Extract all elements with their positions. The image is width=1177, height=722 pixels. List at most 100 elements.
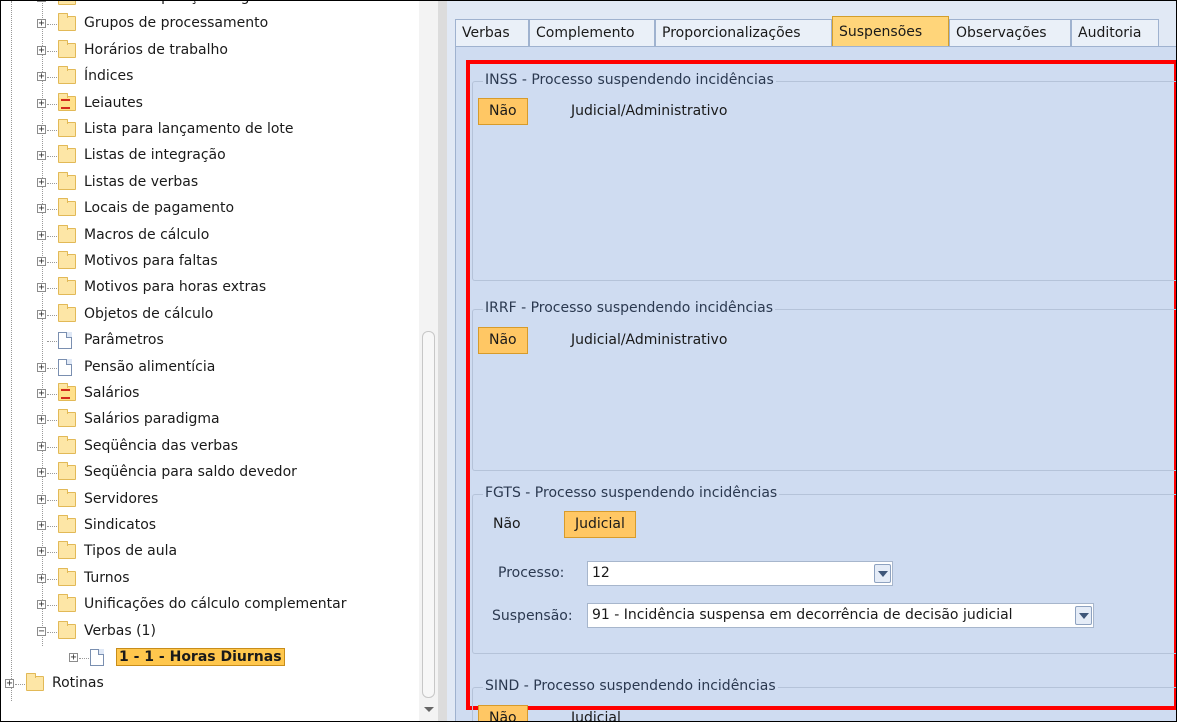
expand-icon[interactable]: + <box>37 19 46 29</box>
inss-option-judicial-administrativo[interactable]: Judicial/Administrativo <box>561 98 737 125</box>
tree-item[interactable]: + Sindicatos <box>1 515 419 539</box>
suspensao-combo[interactable]: 91 - Incidência suspensa em decorrência … <box>587 603 1094 628</box>
tree-item[interactable]: Parâmetros <box>1 330 419 354</box>
sind-option-nao[interactable]: Não <box>478 705 528 721</box>
tree-item-label: Macros de cálculo <box>84 226 210 243</box>
expand-icon[interactable]: + <box>37 494 46 504</box>
inss-option-nao[interactable]: Não <box>478 98 528 125</box>
expand-icon[interactable]: + <box>37 257 46 267</box>
tree-item[interactable]: + Turnos <box>1 567 419 592</box>
tree-item[interactable]: + Macros de cálculo <box>1 224 419 249</box>
expand-icon[interactable]: + <box>37 521 46 531</box>
fgts-option-nao[interactable]: Não <box>483 511 531 538</box>
pane-splitter[interactable] <box>438 1 447 721</box>
folder-icon <box>58 541 76 560</box>
scrollbar-thumb[interactable] <box>422 331 435 698</box>
tree-item[interactable]: + Horários de trabalho <box>1 39 419 64</box>
tree-item[interactable]: + Listas de integração <box>1 145 419 169</box>
expand-icon[interactable]: + <box>37 230 46 240</box>
tab-suspensoes[interactable]: Suspensões <box>832 16 949 46</box>
expand-icon[interactable]: + <box>37 441 46 451</box>
expand-icon[interactable]: + <box>37 151 46 161</box>
folder-icon <box>58 567 76 586</box>
tab-auditoria[interactable]: Auditoria <box>1071 19 1159 46</box>
tree-item-label: Parâmetros <box>84 332 164 349</box>
tab-complemento[interactable]: Complemento <box>529 19 655 46</box>
expand-icon[interactable]: + <box>5 679 14 689</box>
tab-proporcionalizacoes[interactable]: Proporcionalizações <box>655 19 832 46</box>
expand-icon[interactable]: + <box>37 204 46 214</box>
document-icon <box>90 649 104 666</box>
expand-icon[interactable]: + <box>37 573 46 583</box>
tree-item[interactable]: + Salários <box>1 383 419 407</box>
expand-icon[interactable]: + <box>37 389 46 399</box>
tree-item-label: Leiautes <box>84 94 143 111</box>
tree-item-label: Tipos de aula <box>84 543 178 560</box>
processo-label: Processo: <box>498 565 565 581</box>
expand-icon[interactable]: + <box>37 98 46 108</box>
fgts-option-judicial[interactable]: Judicial <box>564 511 636 538</box>
expand-icon[interactable]: + <box>37 309 46 319</box>
expand-icon[interactable]: + <box>37 283 46 293</box>
expand-icon[interactable]: + <box>37 45 46 55</box>
tree-item[interactable]: + Rotinas <box>1 673 419 697</box>
collapse-icon[interactable]: − <box>37 626 46 636</box>
tree-item-label: Servidores <box>84 490 159 507</box>
folder-icon <box>58 303 76 322</box>
tree-item[interactable]: − Verbas (1) <box>1 620 419 645</box>
layout-folder-icon <box>58 92 76 111</box>
tree-item[interactable]: + Motivos para faltas <box>1 251 419 275</box>
tree-item[interactable]: + Pensão alimentícia <box>1 357 419 381</box>
folder-icon <box>58 13 76 32</box>
folder-icon <box>58 435 76 454</box>
folder-icon <box>58 224 76 243</box>
scroll-down-arrow-icon[interactable] <box>424 707 434 712</box>
tree-item[interactable]: + Listas de verbas <box>1 171 419 196</box>
tree-item[interactable]: + Índices <box>1 66 419 90</box>
tree-item[interactable]: + Servidores <box>1 488 419 513</box>
sind-option-judicial[interactable]: Judicial <box>561 705 631 721</box>
suspensao-dropdown-arrow-icon[interactable] <box>1075 606 1092 625</box>
processo-combo[interactable]: 12 <box>587 561 893 586</box>
tree-item-label: Horários de trabalho <box>84 41 228 58</box>
tree-item[interactable]: + Seqüência das verbas <box>1 435 419 460</box>
expand-icon[interactable]: + <box>69 653 78 663</box>
expand-icon[interactable]: + <box>37 468 46 478</box>
tab-observacoes[interactable]: Observações <box>949 19 1071 46</box>
tree-item[interactable]: + Seqüência para saldo devedor <box>1 462 419 486</box>
tab-verbas[interactable]: Verbas <box>455 19 529 46</box>
expand-icon[interactable]: + <box>37 125 46 135</box>
tree-item[interactable]: + Unificações do cálculo complementar <box>1 594 419 618</box>
irrf-group-title: IRRF - Processo suspendendo incidências <box>483 300 776 316</box>
expand-icon[interactable]: + <box>37 415 46 425</box>
irrf-option-nao[interactable]: Não <box>478 327 528 354</box>
tree-item[interactable]: + Locais de pagamento <box>1 198 419 222</box>
tree-item[interactable]: + Salários paradigma <box>1 409 419 433</box>
processo-value: 12 <box>592 565 610 581</box>
fgts-group-title: FGTS - Processo suspendendo incidências <box>483 485 780 501</box>
folder-icon <box>58 594 76 613</box>
tree-item[interactable]: + Lista para lançamento de lote <box>1 119 419 143</box>
expand-icon[interactable]: + <box>37 1 46 3</box>
document-icon <box>58 358 72 376</box>
tree-item[interactable]: + Motivos para horas extras <box>1 277 419 301</box>
tree-item[interactable]: + Tipos de aula <box>1 541 419 565</box>
tree-item[interactable]: + Grau de exposição a agentes nocivos <box>1 1 419 11</box>
expand-icon[interactable]: + <box>37 547 46 557</box>
folder-icon <box>58 277 76 296</box>
expand-icon[interactable]: + <box>37 72 46 82</box>
folder-icon <box>58 462 76 481</box>
expand-icon[interactable]: + <box>37 600 46 610</box>
tree-item[interactable]: + Objetos de cálculo <box>1 303 419 328</box>
processo-dropdown-arrow-icon[interactable] <box>874 564 891 583</box>
expand-icon[interactable]: + <box>37 177 46 187</box>
irrf-option-judicial-administrativo[interactable]: Judicial/Administrativo <box>561 327 737 354</box>
tree-item-label: Grau de exposição a agentes nocivos <box>84 1 346 5</box>
folder-icon <box>58 488 76 507</box>
expand-icon[interactable]: + <box>37 362 46 372</box>
tree-item[interactable]: + Grupos de processamento <box>1 13 419 37</box>
tree-scrollbar[interactable] <box>419 1 438 721</box>
tree-item[interactable]: + Leiautes <box>1 92 419 117</box>
suspensao-label: Suspensão: <box>492 608 573 624</box>
tree-item[interactable]: +1 - 1 - Horas Diurnas <box>1 647 419 671</box>
